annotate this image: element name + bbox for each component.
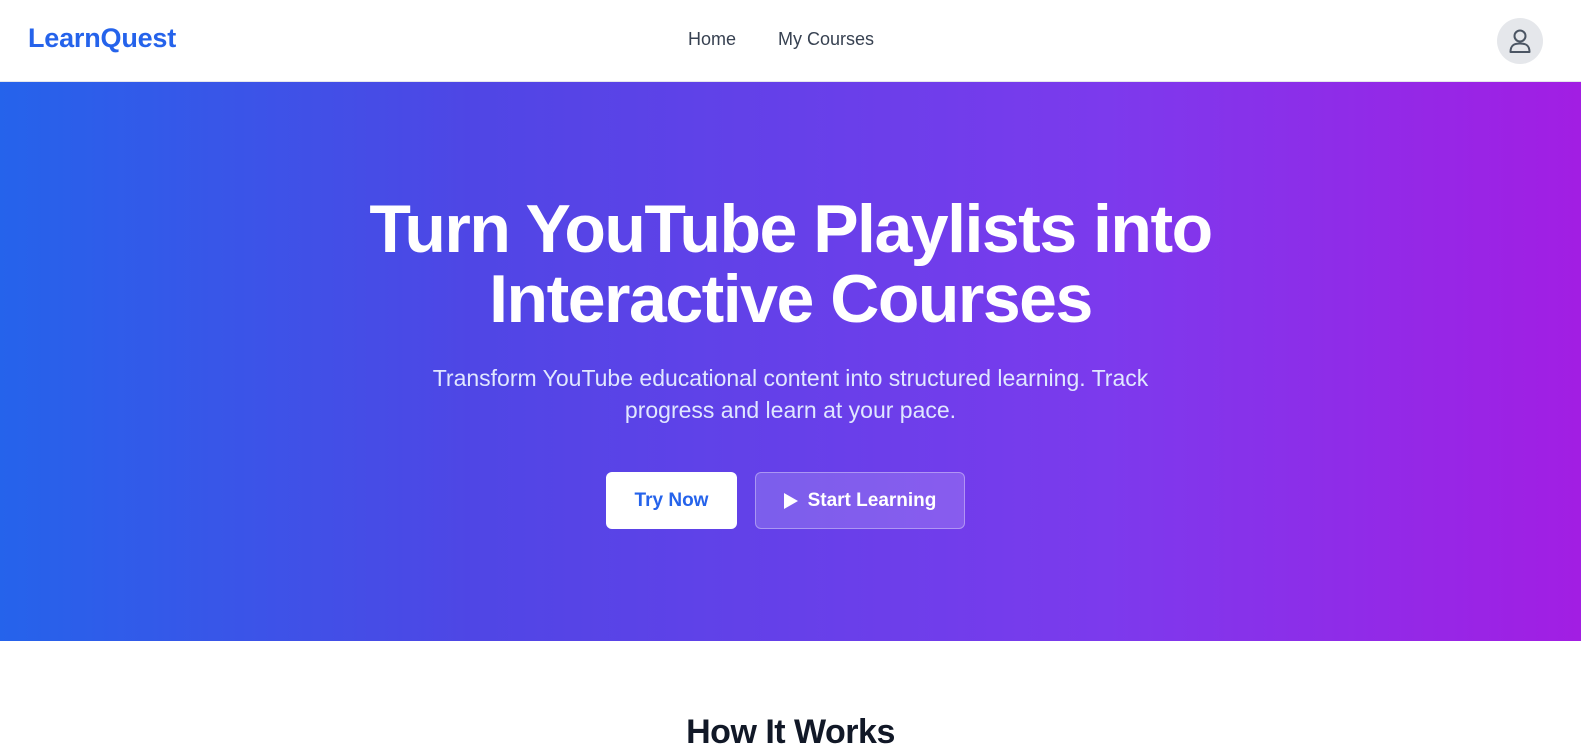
hero-section: Turn YouTube Playlists into Interactive … [0, 82, 1581, 641]
user-icon [1509, 29, 1531, 53]
nav-link-home[interactable]: Home [688, 29, 736, 50]
nav-links: Home My Courses [0, 0, 1581, 82]
try-now-button[interactable]: Try Now [606, 472, 737, 529]
navbar: LearnQuest Home My Courses [0, 0, 1581, 82]
hero-subtitle: Transform YouTube educational content in… [390, 362, 1191, 426]
play-icon [783, 492, 798, 509]
hero-subtitle-line-2: progress and learn at your pace. [624, 397, 957, 423]
hero-title-line-1: Turn YouTube Playlists into [369, 191, 1213, 267]
user-avatar-button[interactable] [1497, 18, 1543, 64]
start-learning-label: Start Learning [807, 489, 937, 511]
start-learning-button[interactable]: Start Learning [755, 472, 965, 529]
hero-subtitle-line-1: Transform YouTube educational content in… [432, 365, 1149, 391]
try-now-label: Try Now [634, 489, 709, 511]
how-it-works-heading: How It Works [686, 713, 895, 751]
nav-link-my-courses[interactable]: My Courses [778, 29, 874, 50]
hero-title: Turn YouTube Playlists into Interactive … [0, 194, 1581, 334]
brand-logo[interactable]: LearnQuest [28, 23, 176, 54]
hero-title-line-2: Interactive Courses [489, 261, 1093, 337]
